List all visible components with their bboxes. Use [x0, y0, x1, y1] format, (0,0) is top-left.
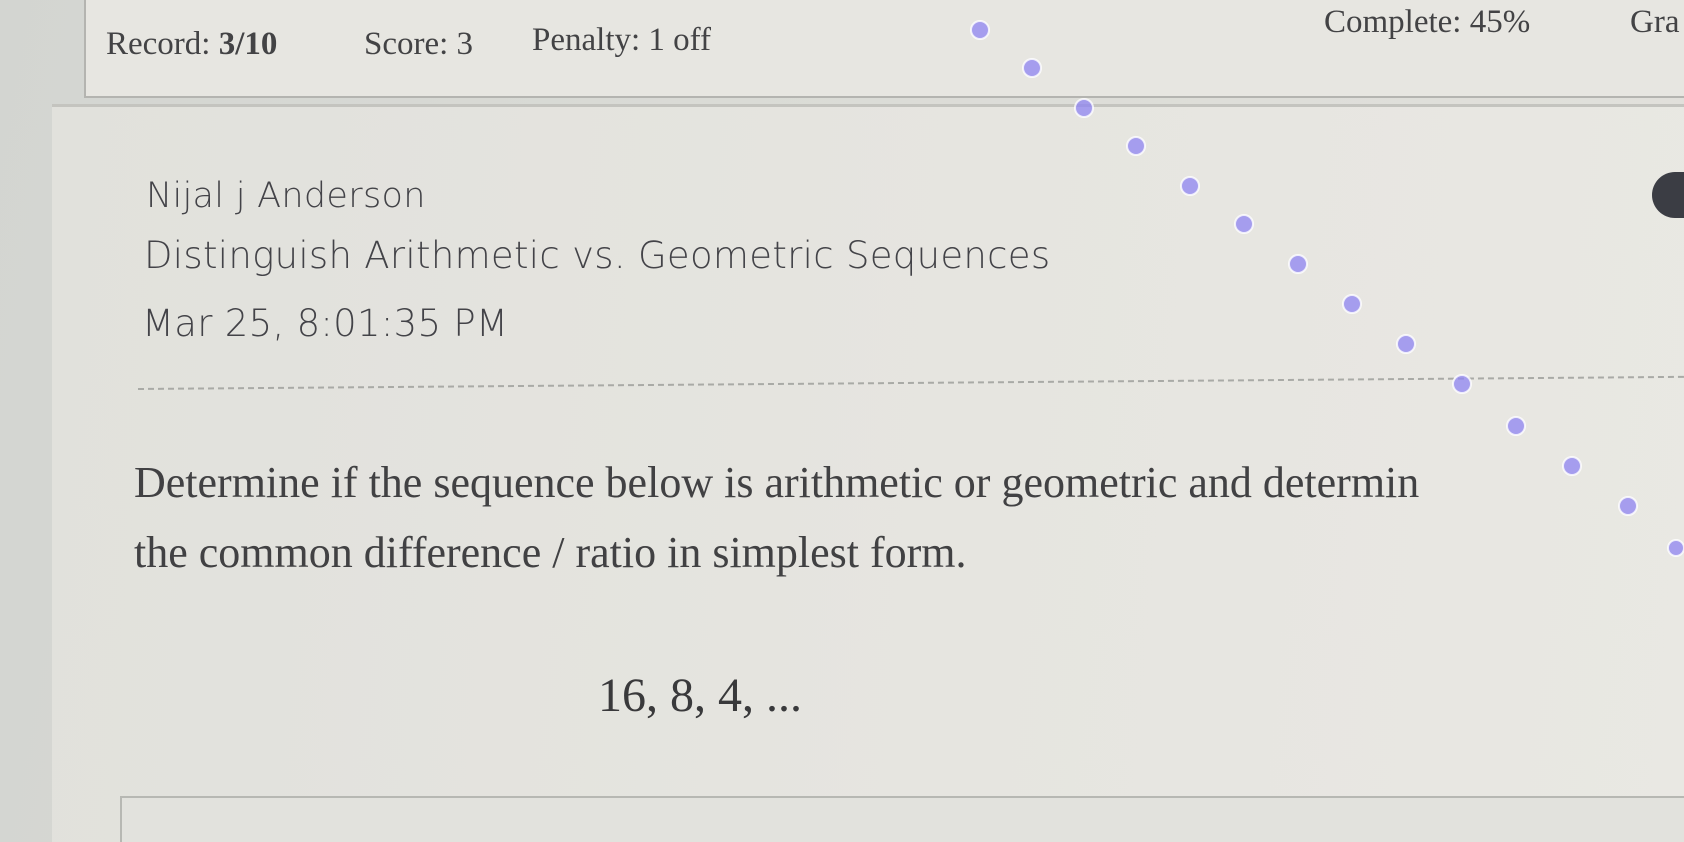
record-stat: Record: 3/10 [106, 26, 277, 63]
grade-stat: Gra [1630, 4, 1680, 40]
question-line-2: the common difference / ratio in simples… [134, 528, 967, 577]
question-line-1: Determine if the sequence below is arith… [134, 458, 1420, 507]
record-value: 3/10 [218, 26, 278, 62]
student-name: Nijal j Anderson [146, 176, 426, 216]
record-label: Record: [106, 26, 211, 62]
penalty-stat: Penalty: 1 off [532, 22, 712, 58]
question-prompt: Determine if the sequence below is arith… [134, 448, 1684, 588]
sequence-terms: 16, 8, 4, ... [598, 669, 802, 722]
screen: Record: 3/10 Score: 3 Penalty: 1 off Com… [0, 0, 1684, 842]
assignment-timestamp: Mar 25, 8:01:35 PM [142, 302, 509, 345]
assignment-topic: Distinguish Arithmetic vs. Geometric Seq… [144, 234, 1051, 277]
status-bar: Record: 3/10 Score: 3 Penalty: 1 off Com… [84, 0, 1684, 98]
answer-area[interactable] [120, 796, 1684, 842]
score-stat: Score: 3 [364, 26, 474, 62]
complete-stat: Complete: 45% [1324, 4, 1531, 40]
